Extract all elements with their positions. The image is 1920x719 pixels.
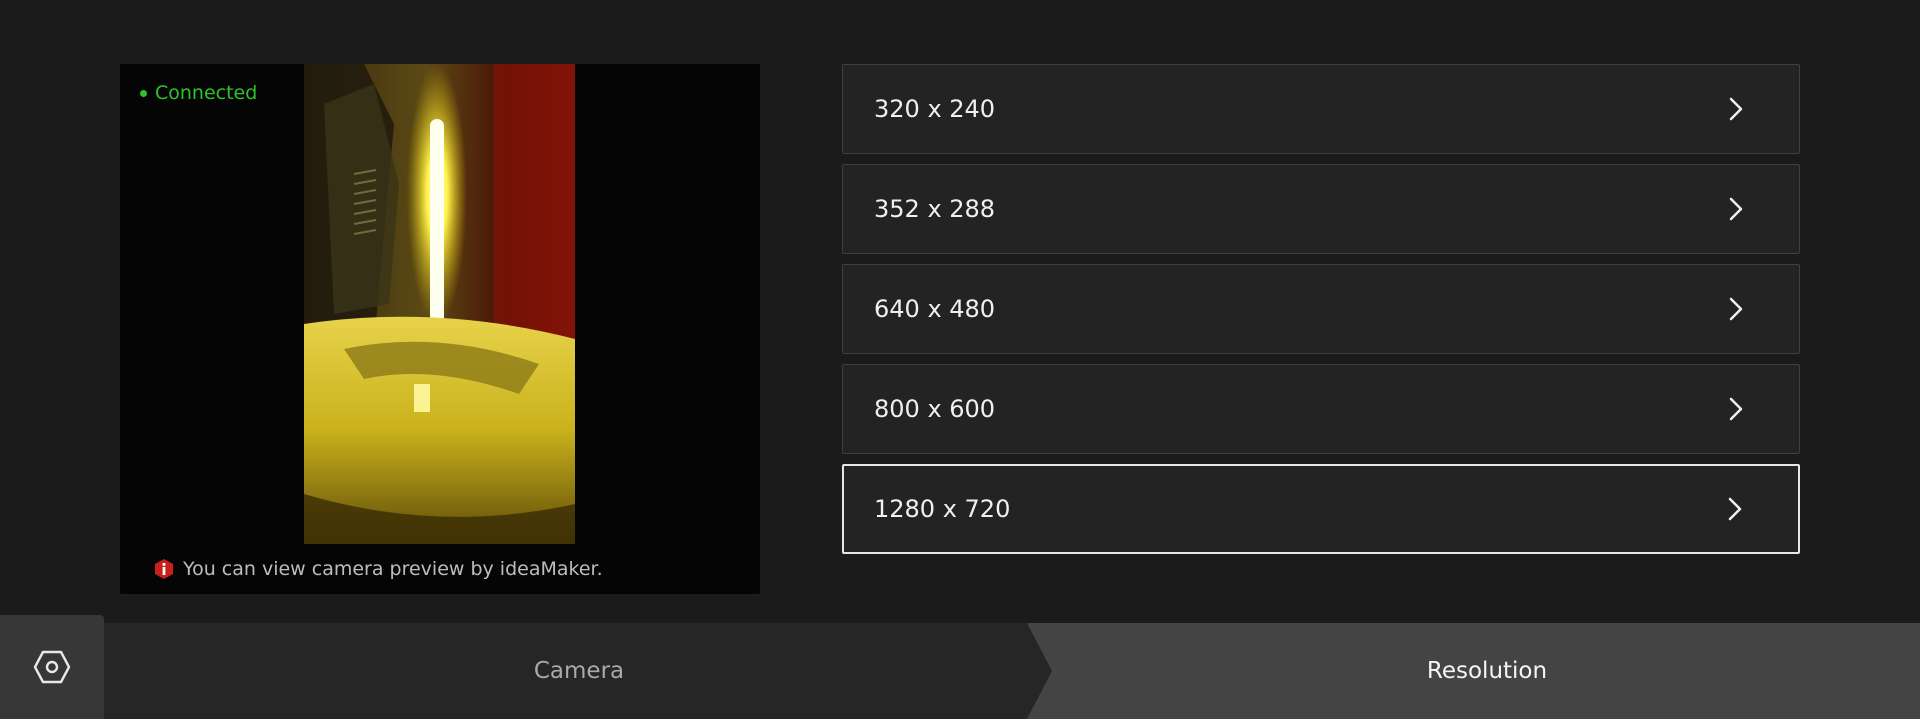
breadcrumb-resolution[interactable]: Resolution xyxy=(1027,623,1920,719)
bottom-nav-bar: Camera Resolution xyxy=(0,615,1920,719)
resolution-list: 320 x 240 352 x 288 640 x 480 800 x 600 … xyxy=(842,64,1800,564)
resolution-option-label: 800 x 600 xyxy=(874,395,996,423)
chevron-right-icon xyxy=(1729,97,1743,121)
resolution-option-1280x720[interactable]: 1280 x 720 xyxy=(842,464,1800,554)
status-dot-icon xyxy=(140,89,147,97)
connection-status-label: Connected xyxy=(155,82,258,104)
settings-button[interactable] xyxy=(0,615,104,719)
hexagon-settings-icon xyxy=(33,650,71,684)
resolution-option-640x480[interactable]: 640 x 480 xyxy=(842,264,1800,354)
info-warning-icon xyxy=(155,559,173,579)
connection-status: Connected xyxy=(140,82,257,104)
preview-notice-text: You can view camera preview by ideaMaker… xyxy=(183,558,603,580)
resolution-option-320x240[interactable]: 320 x 240 xyxy=(842,64,1800,154)
resolution-option-label: 352 x 288 xyxy=(874,195,996,223)
resolution-option-800x600[interactable]: 800 x 600 xyxy=(842,364,1800,454)
camera-preview-image xyxy=(304,64,575,544)
breadcrumb-resolution-label: Resolution xyxy=(1426,658,1548,684)
resolution-option-label: 640 x 480 xyxy=(874,295,996,323)
resolution-option-label: 320 x 240 xyxy=(874,95,996,123)
chevron-right-icon xyxy=(1729,397,1743,421)
resolution-option-352x288[interactable]: 352 x 288 xyxy=(842,164,1800,254)
resolution-option-label: 1280 x 720 xyxy=(874,495,1011,523)
chevron-right-icon xyxy=(1729,297,1743,321)
camera-resolution-screen: Connected You can view camera preview by… xyxy=(0,0,1920,719)
breadcrumb-camera[interactable]: Camera xyxy=(104,623,1054,719)
camera-preview-panel: Connected You can view camera preview by… xyxy=(120,64,760,594)
preview-notice: You can view camera preview by ideaMaker… xyxy=(153,558,603,580)
breadcrumb-camera-label: Camera xyxy=(533,658,625,684)
chevron-right-icon xyxy=(1728,497,1742,521)
chevron-right-icon xyxy=(1729,197,1743,221)
